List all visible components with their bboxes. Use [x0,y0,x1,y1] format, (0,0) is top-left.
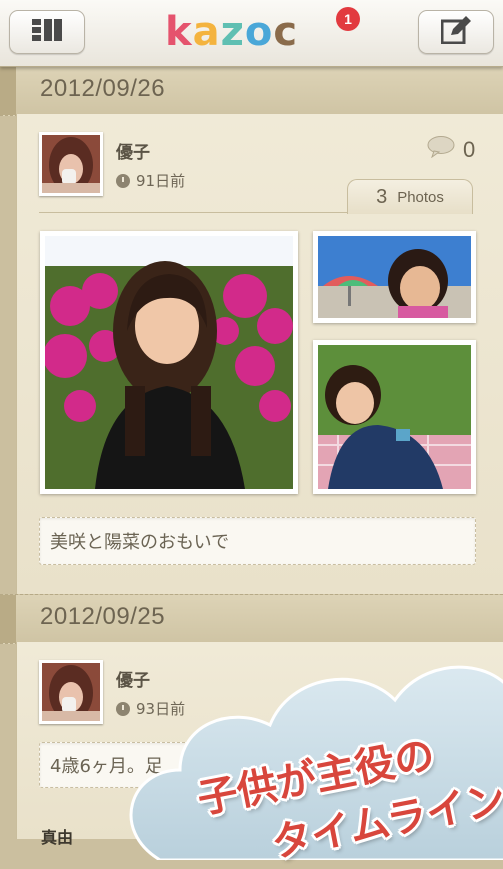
compose-button[interactable] [418,10,494,54]
post-age-text: 91日前 [136,172,186,190]
post-card[interactable]: 優子 91日前 0 3 Photos 美咲と陽菜のおもいで [16,114,503,594]
logo-letter: k [165,9,193,55]
post-age: 91日前 [116,170,185,191]
photos-label: Photos [397,188,444,206]
section-label: 真由 [41,828,74,847]
comment-count[interactable]: 0 [427,136,475,164]
avatar[interactable] [39,660,103,724]
post-date: 2012/09/26 [40,75,166,102]
author-name: 優子 [116,143,150,163]
timeline-notch [0,595,16,643]
photo-count: 3 [376,185,388,208]
speech-bubble-icon [427,136,455,164]
photo-large[interactable] [40,231,298,494]
promo-cloud: 子供が主役の タイムライン [120,630,503,867]
compose-edit-icon [440,16,471,48]
photo-image [318,236,471,318]
menu-button[interactable] [9,10,85,54]
logo-letter: o [244,9,274,55]
logo-letter: c [273,9,299,55]
notification-badge[interactable]: 1 [336,7,360,31]
photo-image [45,236,293,489]
post-date: 2012/09/25 [40,603,166,630]
photo-small[interactable] [313,231,476,323]
photo-image [318,345,471,489]
date-header: 2012/09/26 [0,66,503,116]
clock-icon [116,173,130,188]
list-menu-icon [32,19,62,45]
photo-small[interactable] [313,340,476,494]
logo-letter: z [220,9,245,55]
app-logo: k a z o c [165,9,299,55]
top-navigation-bar: k a z o c 1 [0,0,503,67]
post-caption[interactable]: 美咲と陽菜のおもいで [39,517,476,565]
comment-count-text: 0 [463,137,476,162]
avatar[interactable] [39,132,103,196]
photos-tab[interactable]: 3 Photos [347,179,473,214]
logo-letter: a [192,9,221,55]
divider [39,212,347,213]
timeline-notch [0,67,16,115]
